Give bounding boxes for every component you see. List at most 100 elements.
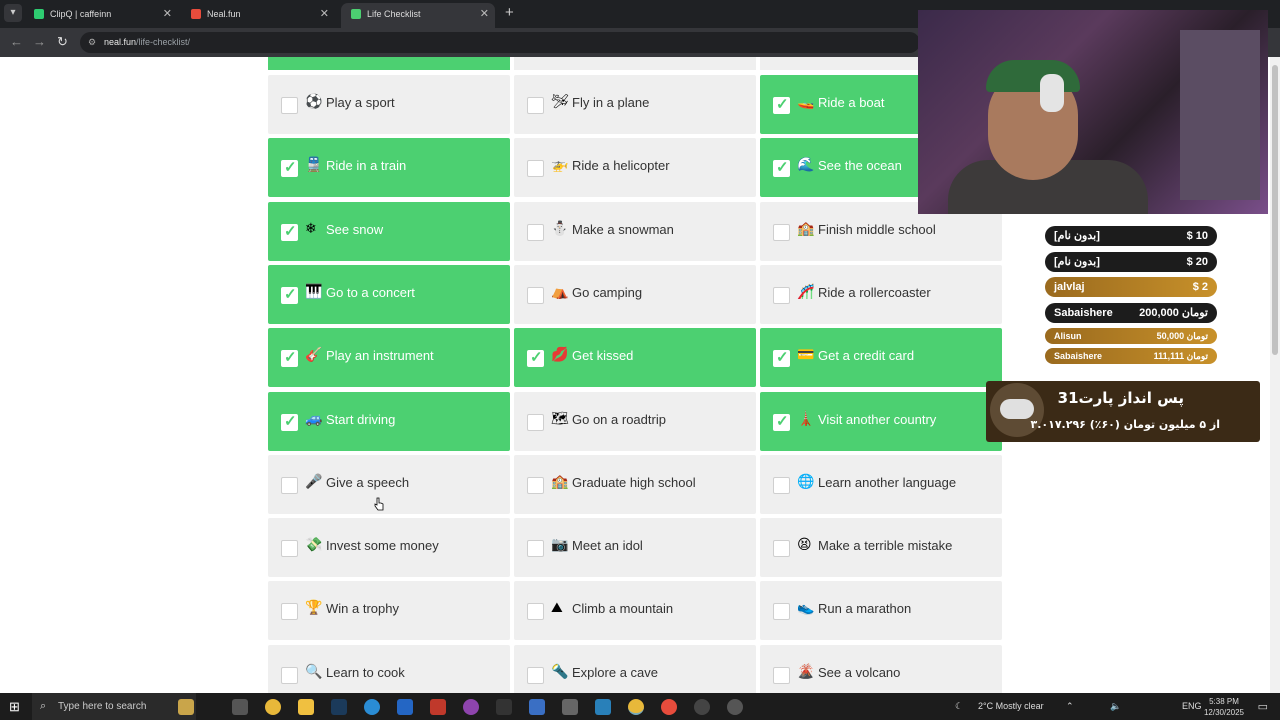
checklist-item[interactable]: 🌋 See a volcano (760, 645, 1002, 693)
audio-icon[interactable] (496, 699, 512, 715)
checkbox[interactable] (527, 160, 544, 177)
checkbox[interactable] (281, 540, 298, 557)
checkbox[interactable]: ✓ (773, 413, 790, 431)
checkmark-icon: ✓ (530, 349, 543, 366)
weather-icon[interactable]: ☾ (955, 693, 963, 720)
checklist-item[interactable]: ✓ 💋 Get kissed (514, 328, 756, 387)
app-icon[interactable] (463, 699, 479, 715)
app-icon[interactable] (595, 699, 611, 715)
checklist-item[interactable]: 🌐 Learn another language (760, 455, 1002, 514)
checkbox[interactable] (773, 603, 790, 620)
taskbar-clock[interactable]: 5:38 PM 12/30/2025 (1204, 696, 1244, 718)
checkbox[interactable]: ✓ (281, 223, 298, 241)
taskbar-search-input[interactable]: ⌕ Type here to search (32, 693, 196, 720)
checkbox[interactable] (527, 287, 544, 304)
page-scrollbar[interactable] (1270, 57, 1280, 693)
checklist-item[interactable]: ✓ 🎹 Go to a concert (268, 265, 510, 324)
checklist-item[interactable]: ✓ ❄ See snow (268, 202, 510, 261)
checkbox[interactable]: ✓ (773, 96, 790, 114)
weather-text[interactable]: 2°C Mostly clear (978, 693, 1044, 720)
forward-arrow-icon[interactable]: → (33, 34, 46, 49)
checkbox[interactable]: ✓ (281, 159, 298, 177)
new-tab-button[interactable]: + (505, 4, 514, 22)
checklist-item[interactable]: ⛰ Climb a mountain (514, 581, 756, 640)
checklist-item[interactable]: ⛺ Go camping (514, 265, 756, 324)
app-icon[interactable] (430, 699, 446, 715)
checklist-item[interactable]: 📷 Meet an idol (514, 518, 756, 577)
checkbox[interactable] (527, 667, 544, 684)
checkbox[interactable] (281, 477, 298, 494)
notification-icon[interactable]: ▭ (1258, 700, 1268, 713)
checklist-item[interactable]: 🗺 Go on a roadtrip (514, 392, 756, 451)
checkbox[interactable] (281, 603, 298, 620)
checkbox[interactable] (527, 97, 544, 114)
tab-nealfun[interactable]: Neal.fun ✕ (181, 3, 335, 28)
checkbox[interactable]: ✓ (773, 349, 790, 367)
app-icon[interactable] (397, 699, 413, 715)
tab-life-checklist[interactable]: Life Checklist ✕ (341, 3, 495, 28)
url-input[interactable]: ⚙ neal.fun/life-checklist/ (80, 32, 920, 53)
checklist-item[interactable]: 🏫 Graduate high school (514, 455, 756, 514)
checkbox[interactable] (281, 97, 298, 114)
checklist-item[interactable]: 😫 Make a terrible mistake (760, 518, 1002, 577)
checkbox[interactable] (527, 414, 544, 431)
close-icon[interactable]: ✕ (480, 3, 489, 25)
checkbox[interactable]: ✓ (773, 159, 790, 177)
chrome-icon[interactable] (265, 699, 281, 715)
checklist-item[interactable]: ✓ 🎸 Play an instrument (268, 328, 510, 387)
windows-start-icon[interactable]: ⊞ (9, 699, 20, 715)
checkbox[interactable]: ✓ (281, 349, 298, 367)
steam-icon[interactable] (331, 699, 347, 715)
checklist-item[interactable]: 🚁 Ride a helicopter (514, 138, 756, 197)
checklist-item[interactable]: 🔦 Explore a cave (514, 645, 756, 693)
checkbox[interactable] (527, 477, 544, 494)
chrome-active-icon[interactable] (628, 699, 644, 715)
checklist-item[interactable]: ⚽ Play a sport (268, 75, 510, 134)
back-arrow-icon[interactable]: ← (10, 34, 23, 49)
volume-icon[interactable]: 🔈 (1110, 693, 1121, 720)
tray-chevron-icon[interactable]: ⌃ (1066, 693, 1074, 720)
checkbox[interactable] (773, 477, 790, 494)
app-icon[interactable] (694, 699, 710, 715)
checklist-item[interactable]: ✓ 🚙 Start driving (268, 392, 510, 451)
checklist-item[interactable]: 🛩 Fly in a plane (514, 75, 756, 134)
checklist-item[interactable]: ✓ 💳 Get a credit card (760, 328, 1002, 387)
app-icon[interactable] (529, 699, 545, 715)
checklist-item[interactable]: 🏆 Win a trophy (268, 581, 510, 640)
task-view-icon[interactable] (232, 699, 248, 715)
reload-icon[interactable]: ↻ (57, 34, 68, 50)
checkbox[interactable]: ✓ (281, 413, 298, 431)
file-explorer-icon[interactable] (298, 699, 314, 715)
site-info-icon[interactable]: ⚙ (88, 37, 96, 48)
checkbox[interactable]: ✓ (281, 286, 298, 304)
checklist-item[interactable]: ✓ 🚆 Ride in a train (268, 138, 510, 197)
close-icon[interactable]: ✕ (163, 3, 172, 25)
checkbox[interactable]: ✓ (527, 349, 544, 367)
checklist-item[interactable]: ⛄ Make a snowman (514, 202, 756, 261)
checkbox[interactable] (773, 287, 790, 304)
checkbox[interactable] (281, 667, 298, 684)
tab-search-menu-icon[interactable]: ▾ (4, 4, 22, 22)
app-icon[interactable] (562, 699, 578, 715)
checklist-item[interactable]: 💸 Invest some money (268, 518, 510, 577)
checkbox[interactable] (527, 540, 544, 557)
tab-clipq[interactable]: ClipQ | caffeinn ✕ (24, 3, 178, 28)
checklist-item[interactable]: 🔍 Learn to cook (268, 645, 510, 693)
language-indicator[interactable]: ENG (1182, 693, 1202, 720)
checkbox[interactable] (773, 540, 790, 557)
scrollbar-thumb[interactable] (1272, 65, 1278, 355)
obs-icon[interactable] (727, 699, 743, 715)
checkbox[interactable] (527, 603, 544, 620)
checkbox[interactable] (527, 224, 544, 241)
chrome-icon[interactable] (661, 699, 677, 715)
checklist-item[interactable]: 👟 Run a marathon (760, 581, 1002, 640)
checklist-item[interactable]: 🎢 Ride a rollercoaster (760, 265, 1002, 324)
checklist-item[interactable]: 🎤 Give a speech (268, 455, 510, 514)
edge-icon[interactable] (364, 699, 380, 715)
weather-widget-icon[interactable] (178, 699, 194, 715)
checklist-item[interactable]: ✓ 🗼 Visit another country (760, 392, 1002, 451)
item-label: Climb a mountain (572, 601, 674, 616)
checkbox[interactable] (773, 224, 790, 241)
close-icon[interactable]: ✕ (320, 3, 329, 25)
checkbox[interactable] (773, 667, 790, 684)
